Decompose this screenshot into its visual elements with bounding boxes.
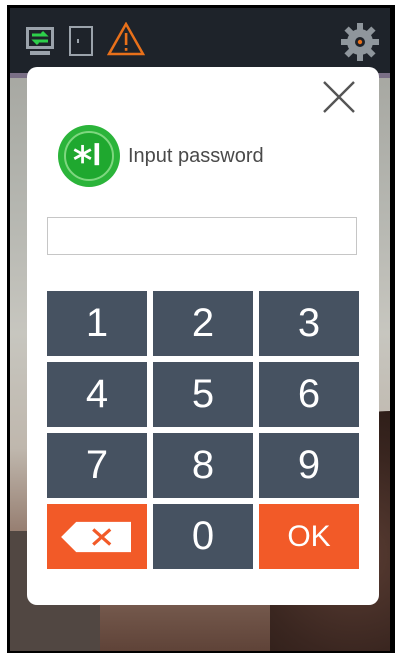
key-9[interactable]: 9 <box>259 433 359 498</box>
password-badge-inner <box>64 131 114 181</box>
key-2[interactable]: 2 <box>153 291 253 356</box>
numeric-keypad: 1 2 3 4 5 6 7 8 9 0 OK <box>47 291 359 569</box>
close-icon[interactable] <box>319 77 359 117</box>
key-7[interactable]: 7 <box>47 433 147 498</box>
key-0[interactable]: 0 <box>153 504 253 569</box>
key-5[interactable]: 5 <box>153 362 253 427</box>
network-icon[interactable] <box>24 25 56 57</box>
ok-button[interactable]: OK <box>259 504 359 569</box>
door-icon[interactable] <box>68 25 94 57</box>
key-6[interactable]: 6 <box>259 362 359 427</box>
asterisk-icon <box>73 143 100 166</box>
password-badge <box>58 125 120 187</box>
key-8[interactable]: 8 <box>153 433 253 498</box>
password-input[interactable] <box>47 217 357 255</box>
gear-icon[interactable] <box>340 22 380 62</box>
status-bar <box>10 8 390 73</box>
key-4[interactable]: 4 <box>47 362 147 427</box>
backspace-button[interactable] <box>47 504 147 569</box>
password-dialog: Input password 1 2 3 4 5 6 7 8 9 0 OK <box>27 67 379 605</box>
dialog-title: Input password <box>128 145 264 167</box>
warning-icon[interactable] <box>107 22 145 56</box>
backspace-icon <box>61 521 131 552</box>
key-1[interactable]: 1 <box>47 291 147 356</box>
key-3[interactable]: 3 <box>259 291 359 356</box>
